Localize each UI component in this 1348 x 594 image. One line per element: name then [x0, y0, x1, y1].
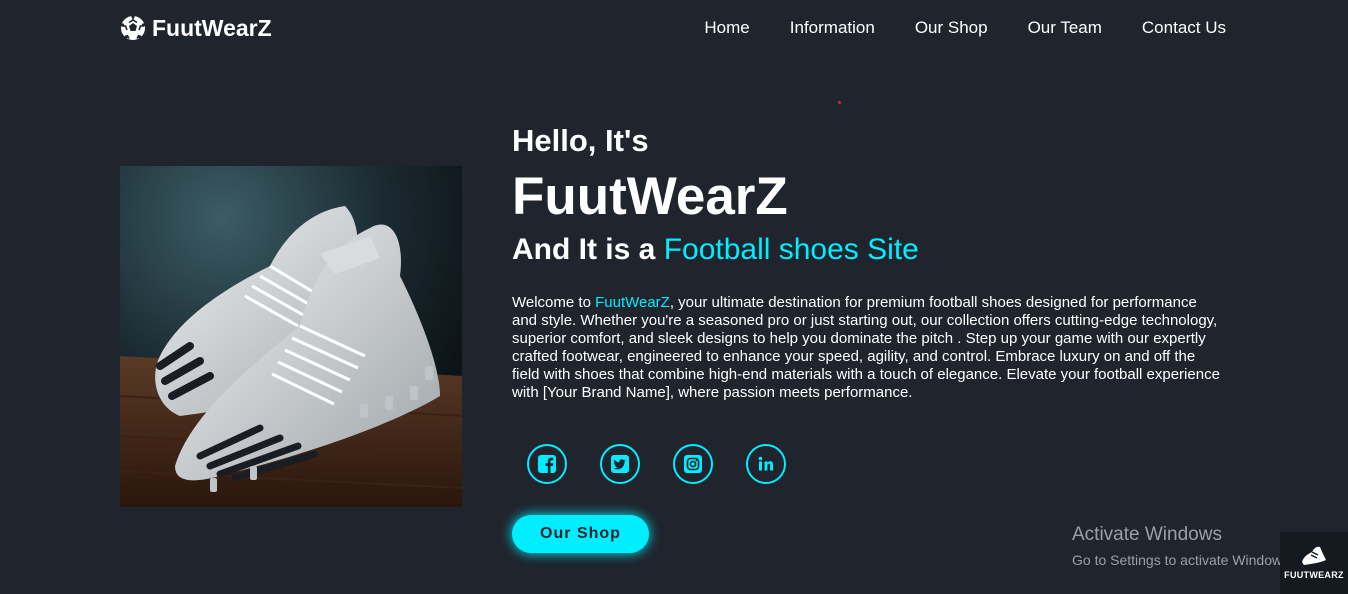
instagram-link[interactable]	[673, 444, 713, 484]
social-links	[527, 444, 786, 484]
linkedin-link[interactable]	[746, 444, 786, 484]
watermark-title: Activate Windows	[1072, 524, 1222, 545]
hero-content: Hello, It's FuutWearZ And It is a Footba…	[512, 122, 1232, 402]
nav-contact-us[interactable]: Contact Us	[1142, 18, 1226, 38]
watermark-subtitle: Go to Settings to activate Windows.	[1072, 552, 1293, 568]
hero-description: Welcome to FuutWearZ, your ultimate dest…	[512, 294, 1222, 402]
decorative-dot	[838, 101, 841, 104]
activate-windows-watermark: Activate Windows Go to Settings to activ…	[1072, 524, 1293, 569]
desc-brand: FuutWearZ	[595, 294, 670, 311]
hero-brand-title: FuutWearZ	[512, 167, 788, 226]
site-header: FuutWearZ Home Information Our Shop Our …	[0, 0, 1348, 56]
twitter-link[interactable]	[600, 444, 640, 484]
tagline-accent: Football shoes Site	[663, 233, 919, 266]
twitter-icon	[611, 455, 629, 473]
hero-greeting: Hello, It's	[512, 123, 649, 158]
linkedin-icon	[758, 456, 773, 471]
instagram-icon	[684, 455, 702, 473]
hero-tagline: And It is a Football shoes Site	[512, 230, 1232, 270]
soccer-ball-icon	[121, 15, 145, 40]
site-logo[interactable]: FuutWearZ	[120, 14, 272, 42]
nav-our-team[interactable]: Our Team	[1028, 18, 1102, 38]
football-boots-illustration	[120, 166, 462, 507]
shoe-icon	[1302, 546, 1326, 565]
hero-image	[120, 166, 462, 507]
logo-text: FuutWearZ	[152, 14, 272, 41]
facebook-icon	[538, 455, 556, 473]
our-shop-button[interactable]: Our Shop	[512, 515, 649, 553]
nav-home[interactable]: Home	[704, 18, 749, 38]
corner-logo-badge: FUUTWEARZ	[1280, 532, 1348, 594]
facebook-link[interactable]	[527, 444, 567, 484]
nav-our-shop[interactable]: Our Shop	[915, 18, 988, 38]
corner-badge-text: FUUTWEARZ	[1284, 570, 1344, 580]
nav-information[interactable]: Information	[790, 18, 875, 38]
main-nav: Home Information Our Shop Our Team Conta…	[704, 18, 1226, 38]
tagline-prefix: And It is a	[512, 233, 664, 266]
desc-prefix: Welcome to	[512, 294, 596, 311]
